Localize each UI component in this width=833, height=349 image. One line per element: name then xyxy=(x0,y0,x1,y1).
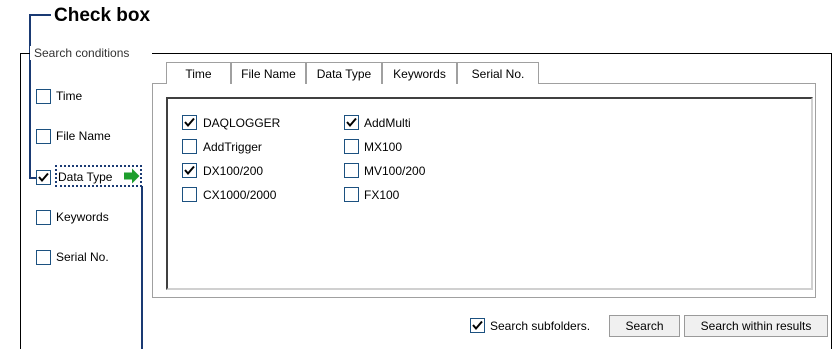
checkmark-icon xyxy=(184,165,195,176)
tab-time[interactable]: Time xyxy=(166,62,231,84)
callout-line xyxy=(29,14,31,179)
checkbox-addtrigger[interactable] xyxy=(182,139,197,154)
tab-serial-no[interactable]: Serial No. xyxy=(457,62,539,84)
checkbox-addmulti[interactable] xyxy=(344,115,359,130)
checkmark-icon xyxy=(184,117,195,128)
label-mv100-200: MV100/200 xyxy=(364,164,426,178)
tab-file-name[interactable]: File Name xyxy=(231,62,306,84)
frame-right xyxy=(831,53,832,349)
checkmark-icon xyxy=(346,117,357,128)
label-addtrigger: AddTrigger xyxy=(203,140,262,154)
checkbox-fx100[interactable] xyxy=(344,187,359,202)
tab-keywords[interactable]: Keywords xyxy=(382,62,457,84)
label-addmulti: AddMulti xyxy=(364,116,411,130)
label-keywords: Keywords xyxy=(56,210,109,224)
checkbox-serial-no[interactable] xyxy=(36,250,51,265)
checkmark-icon xyxy=(38,172,49,183)
label-dx100-200: DX100/200 xyxy=(203,164,264,178)
callout-line xyxy=(29,14,51,16)
checkbox-search-subfolders[interactable] xyxy=(470,318,485,333)
label-cx1000-2000: CX1000/2000 xyxy=(203,188,277,202)
checkbox-mv100-200[interactable] xyxy=(344,163,359,178)
checkbox-time[interactable] xyxy=(36,89,51,104)
checkbox-file-name[interactable] xyxy=(36,129,51,144)
callout-line xyxy=(141,186,143,349)
search-button[interactable]: Search xyxy=(609,315,680,337)
frame-top-right xyxy=(152,53,832,54)
label-time: Time xyxy=(56,89,83,103)
group-label: Search conditions xyxy=(30,46,134,60)
search-within-results-button[interactable]: Search within results xyxy=(684,315,828,337)
checkbox-data-type[interactable] xyxy=(36,170,51,185)
label-fx100: FX100 xyxy=(364,188,400,202)
checkbox-daqlogger[interactable] xyxy=(182,115,197,130)
label-search-subfolders: Search subfolders. xyxy=(490,319,591,333)
frame-left xyxy=(20,53,21,349)
label-daqlogger: DAQLOGGER xyxy=(203,116,281,130)
checkbox-keywords[interactable] xyxy=(36,210,51,225)
checkbox-mx100[interactable] xyxy=(344,139,359,154)
frame-top-left xyxy=(20,53,30,54)
label-mx100: MX100 xyxy=(364,140,403,154)
checkbox-cx1000-2000[interactable] xyxy=(182,187,197,202)
label-serial-no: Serial No. xyxy=(56,250,109,264)
label-file-name: File Name xyxy=(56,129,111,143)
callout-title: Check box xyxy=(54,5,151,26)
tab-data-type[interactable]: Data Type xyxy=(306,62,382,85)
checkbox-dx100-200[interactable] xyxy=(182,163,197,178)
arrow-right-icon xyxy=(124,168,140,184)
checkmark-icon xyxy=(472,320,483,331)
